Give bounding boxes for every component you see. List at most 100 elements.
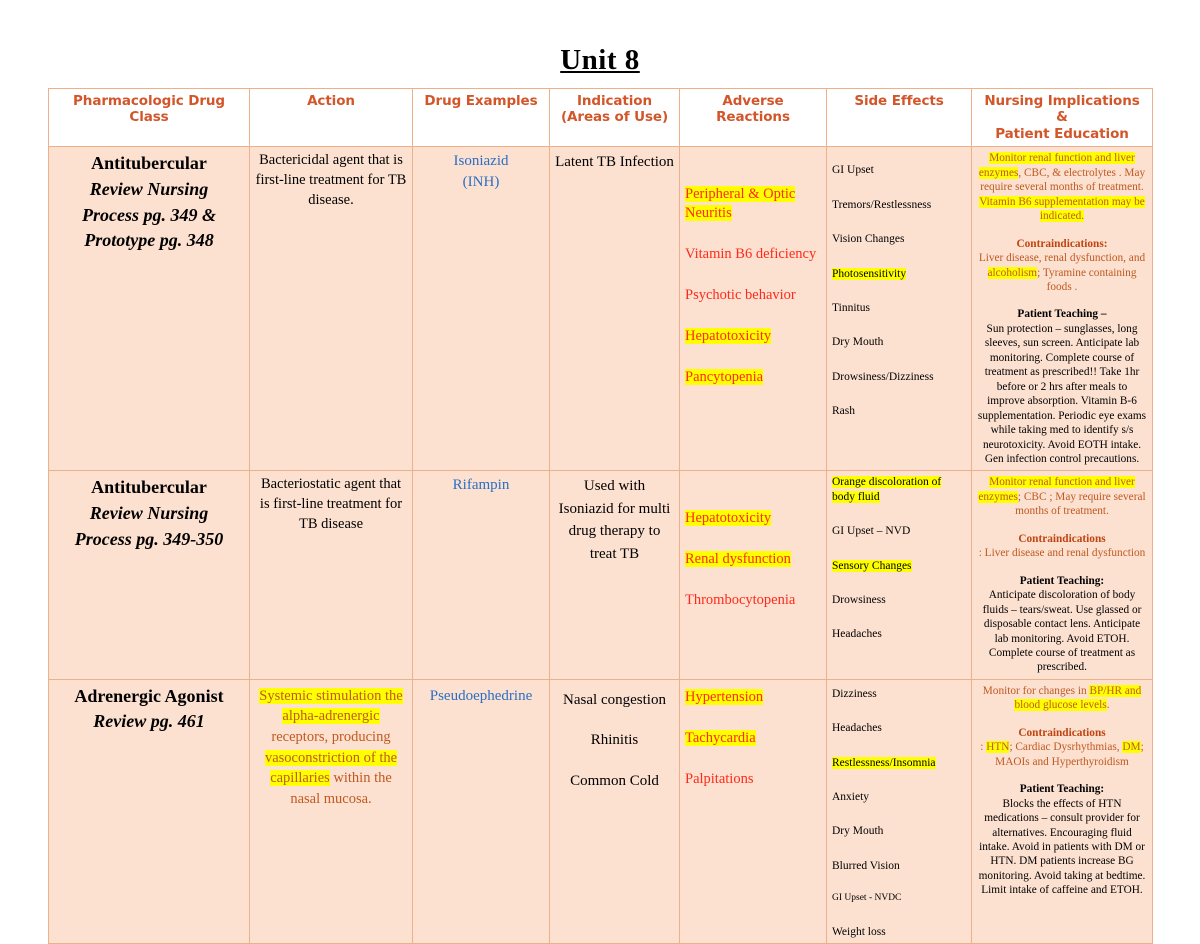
side-effect-item: Rash [832,404,966,418]
cell-adverse-reactions: Hypertension Tachycardia Palpitations [679,678,827,944]
side-effect-text: Tremors/Restlessness [832,198,932,211]
adverse-item: Hypertension [685,688,821,707]
drug-class-line2: Review Nursing [89,503,209,524]
adverse-text: Psychotic behavior [685,286,796,303]
side-effect-item: Restlessness/Insomnia [832,756,966,770]
cell-side-effects: Dizziness Headaches Restlessness/Insomni… [826,678,972,944]
nursing-teaching-block: Patient Teaching: Anticipate discolorati… [977,574,1147,675]
side-effect-text: Vision Changes [832,233,905,246]
nursing-monitor-text-2: . [1106,699,1110,712]
cell-drug-class: Adrenergic Agonist Review pg. 461 [48,678,250,944]
adverse-item: Hepatotoxicity [685,509,821,528]
side-effect-text: Photosensitivity [832,267,907,280]
side-effect-text: GI Upset – NVD [832,525,911,538]
table-row: Antitubercular Review Nursing Process pg… [48,470,1153,680]
page-title: Unit 8 [560,44,640,76]
side-effect-text: Weight loss [832,926,886,939]
column-header-action: Action [249,87,413,148]
side-effect-item: Tremors/Restlessness [832,198,966,212]
column-header-adverse-reactions: Adverse Reactions [679,87,827,148]
cell-drug-class: Antitubercular Review Nursing Process pg… [48,146,250,472]
contraindications-highlight-2: DM [1122,741,1141,754]
column-header-drug-examples: Drug Examples [412,87,550,148]
drug-example-line1: Rifampin [452,477,510,494]
cell-action: Systemic stimulation the alpha-adrenergi… [249,678,413,944]
column-header-nursing-implications: Nursing Implications & Patient Education [971,87,1153,148]
adverse-text: Palpitations [685,770,754,787]
side-effect-item: GI Upset – NVD [832,524,966,538]
drug-example-line1: Isoniazid [453,153,509,170]
cell-action: Bactericidal agent that is first-line tr… [249,146,413,472]
cell-side-effects: GI Upset Tremors/Restlessness Vision Cha… [826,146,972,472]
table-row: Adrenergic Agonist Review pg. 461 System… [48,678,1153,944]
adverse-text: Renal dysfunction [685,551,791,568]
side-effect-item: Orange discoloration of body fluid [832,475,966,504]
adverse-text: Hepatotoxicity [685,327,772,344]
contraindications-header: Contraindications [1018,726,1106,739]
indication-item: Nasal congestion [563,691,666,708]
adverse-text: Peripheral & Optic Neuritis [685,186,796,222]
nursing-monitor-text: Monitor for changes in [982,684,1090,697]
adverse-text: Thrombocytopenia [685,592,796,609]
adverse-text: Tachycardia [685,729,756,746]
side-effect-text: Blurred Vision [832,859,900,872]
adverse-item: Palpitations [685,770,821,789]
nursing-contraindications-block: Contraindications: Liver disease, renal … [977,237,1147,295]
pharmacology-table: Pharmacologic Drug Class Action Drug Exa… [48,87,1153,944]
side-effect-item: Photosensitivity [832,267,966,281]
side-effect-text: Orange discoloration of body fluid [832,476,942,503]
cell-drug-examples: Rifampin [412,470,550,680]
adverse-item: Pancytopenia [685,368,821,387]
side-effect-text: Headaches [832,722,882,735]
indication-header-line2: (Areas of Use) [560,109,669,126]
side-effect-item: Anxiety [832,790,966,804]
cell-adverse-reactions: Peripheral & Optic Neuritis Vitamin B6 d… [679,146,827,472]
adverse-item: Thrombocytopenia [685,591,821,610]
nursing-contraindications-block: Contraindications: Liver disease and ren… [977,532,1147,561]
side-effect-text: Drowsiness/Dizziness [832,370,934,383]
nursing-monitor-block: Monitor renal function and liver enzymes… [977,475,1147,518]
nursing-monitor-block: Monitor for changes in BP/HR and blood g… [977,684,1147,713]
patient-teaching-header: Patient Teaching: [1019,783,1105,796]
cell-side-effects: Orange discoloration of body fluid GI Up… [826,470,972,680]
contraindications-text-2: ; Tyramine containing foods . [1037,266,1137,294]
contraindications-text-2: ; Cardiac Dysrhythmias, [1009,741,1123,754]
drug-class-line2: Review Nursing [89,178,209,199]
side-effect-item: GI Upset [832,163,966,177]
header-row: Pharmacologic Drug Class Action Drug Exa… [48,87,1153,148]
table-body: Antitubercular Review Nursing Process pg… [48,146,1153,944]
nursing-monitor-text: ; CBC ; May require several months of tr… [1015,490,1146,518]
side-effect-text: Anxiety [832,791,870,804]
adverse-item: Vitamin B6 deficiency [685,245,821,264]
drug-example-line2: (INH) [462,173,500,190]
nursing-monitor-block: Monitor renal function and liver enzymes… [977,151,1147,223]
side-effect-item: Drowsiness/Dizziness [832,370,966,384]
side-effect-item: GI Upset - NVDC [832,893,966,905]
drug-class-line1: Antitubercular [91,153,207,174]
side-effect-item: Dizziness [832,687,966,701]
patient-teaching-text: Anticipate discoloration of body fluids … [982,589,1142,674]
side-effect-item: Dry Mouth [832,824,966,838]
contraindications-header: Contraindications: [1016,237,1108,250]
nursing-teaching-block: Patient Teaching – Sun protection – sung… [977,307,1147,466]
drug-class-line3: Process pg. 349-350 [74,528,224,549]
side-effect-text: Sensory Changes [832,559,912,572]
cell-nursing-implications: Monitor for changes in BP/HR and blood g… [971,678,1153,944]
column-header-drug-class: Pharmacologic Drug Class [48,87,250,148]
nursing-teaching-block: Patient Teaching: Blocks the effects of … [977,782,1147,898]
side-effect-text: Drowsiness [832,593,886,606]
cell-indication: Nasal congestion Rhinitis Common Cold [549,678,680,944]
side-effect-item: Sensory Changes [832,559,966,573]
drug-example-line1: Pseudoephedrine [429,687,533,704]
adverse-item: Hepatotoxicity [685,327,821,346]
side-effect-text: Restlessness/Insomnia [832,756,936,769]
adverse-item: Psychotic behavior [685,286,821,305]
drug-class-line3: Process pg. 349 & [82,204,216,225]
nursing-monitor-highlight-2: Vitamin B6 supplementation may be indica… [979,195,1145,223]
patient-teaching-header: Patient Teaching: [1019,574,1105,587]
cell-drug-class: Antitubercular Review Nursing Process pg… [48,470,250,680]
cell-action: Bacteriostatic agent that is first-line … [249,470,413,680]
nursing-header-line1: Nursing Implications & [984,93,1140,126]
side-effect-text: Headaches [832,628,882,641]
adverse-item: Renal dysfunction [685,550,821,569]
